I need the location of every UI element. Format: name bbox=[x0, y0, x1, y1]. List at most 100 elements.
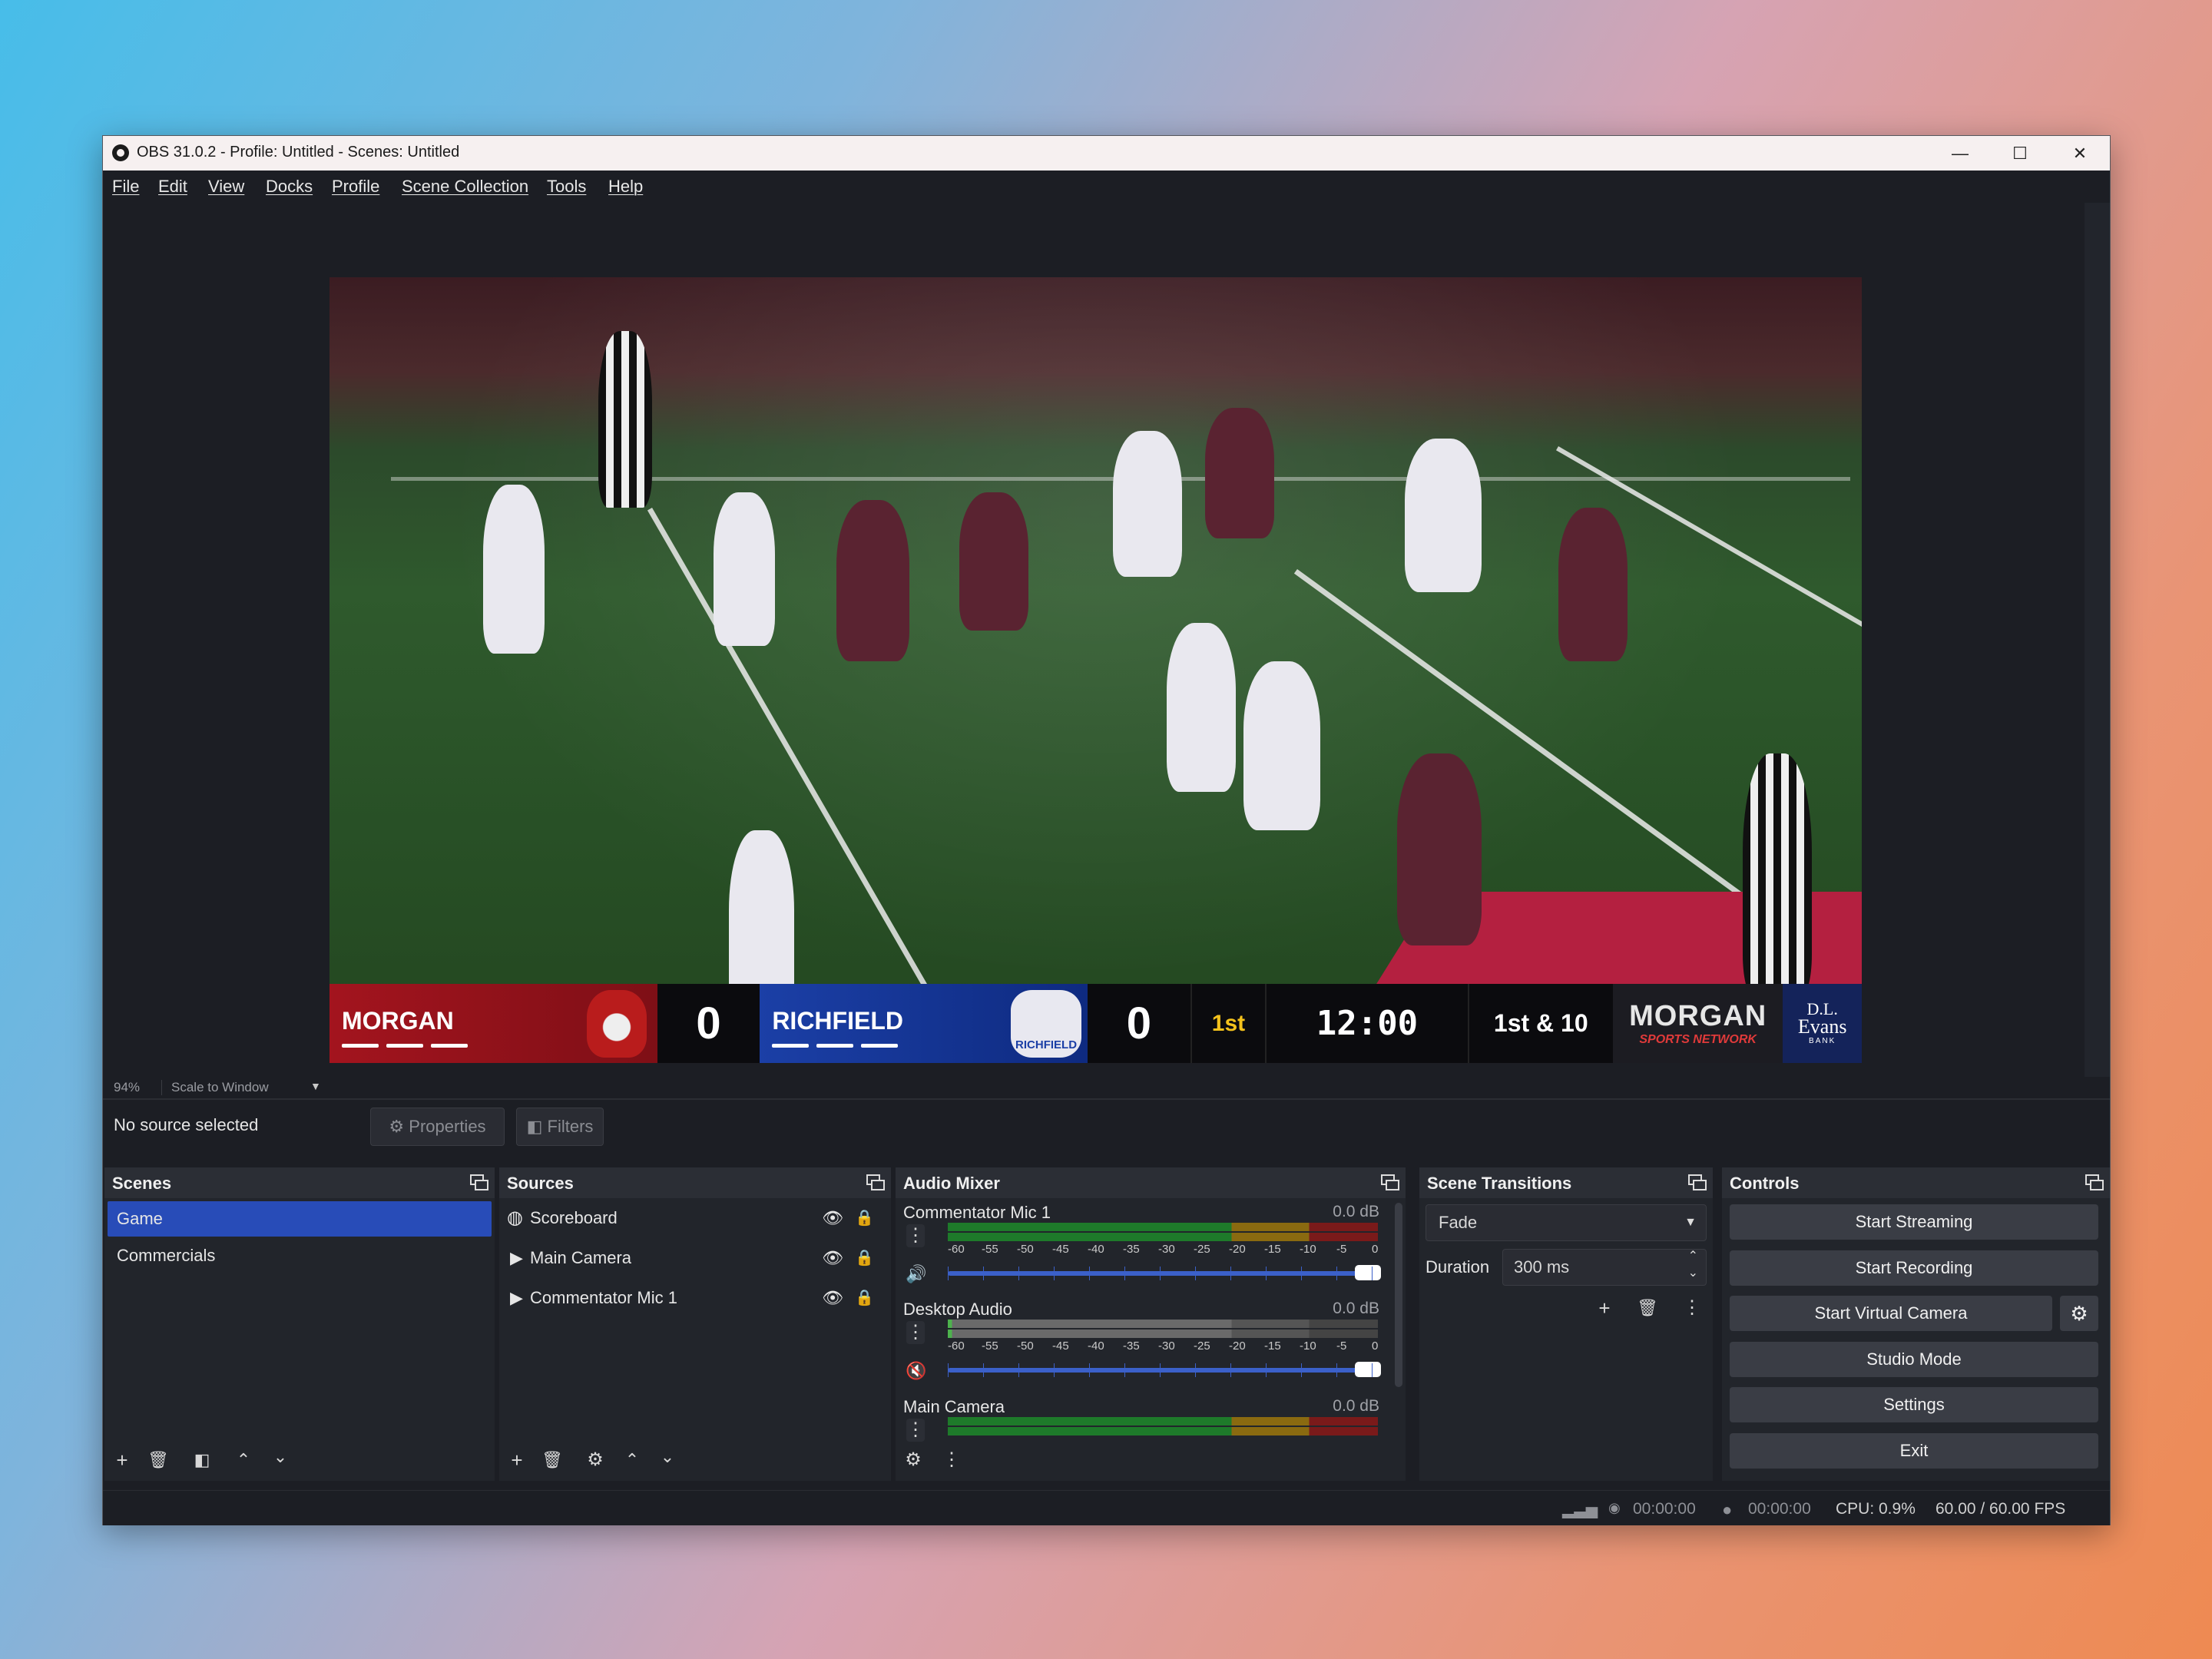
controls-title: Controls bbox=[1730, 1174, 1800, 1193]
filters-button[interactable]: ◧ Filters bbox=[516, 1108, 604, 1146]
sources-header: Sources bbox=[499, 1167, 891, 1198]
minimize-button[interactable]: — bbox=[1930, 136, 1990, 171]
quarter: 1st bbox=[1211, 1010, 1246, 1036]
start-virtual-camera-button[interactable]: Start Virtual Camera bbox=[1730, 1296, 2052, 1331]
chevron-down-icon[interactable]: ⌄ bbox=[656, 1445, 679, 1469]
down-distance: 1st & 10 bbox=[1493, 1009, 1588, 1037]
menu-tools[interactable]: Tools bbox=[547, 177, 586, 197]
channel-db: 0.0 dB bbox=[1333, 1203, 1379, 1220]
menu-help[interactable]: Help bbox=[608, 177, 643, 197]
scale-mode[interactable]: Scale to Window bbox=[161, 1080, 269, 1095]
mixer-settings-icon[interactable]: ⚙ bbox=[902, 1449, 925, 1472]
menu-docks[interactable]: Docks bbox=[266, 177, 313, 197]
referee bbox=[598, 331, 652, 508]
scene-item-commercials[interactable]: Commercials bbox=[108, 1238, 492, 1273]
transition-select[interactable]: Fade ▼ bbox=[1426, 1204, 1707, 1241]
menu-scene-collection[interactable]: Scene Collection bbox=[402, 177, 528, 197]
chevron-up-icon[interactable]: ⌃ bbox=[232, 1449, 255, 1472]
sources-dock: Sources ◍ Scoreboard 👁 🔒 ▶ Main Camera 👁… bbox=[499, 1167, 891, 1481]
menu-profile[interactable]: Profile bbox=[332, 177, 379, 197]
trash-icon[interactable]: 🗑 bbox=[541, 1449, 564, 1472]
add-source-icon[interactable]: + bbox=[505, 1449, 528, 1472]
trash-icon[interactable]: 🗑 bbox=[147, 1449, 170, 1472]
volume-slider[interactable] bbox=[948, 1265, 1381, 1280]
scene-filters-icon[interactable]: ◧ bbox=[190, 1449, 214, 1472]
lock-icon[interactable]: 🔒 bbox=[855, 1200, 874, 1237]
eye-icon[interactable]: 👁 bbox=[822, 1200, 843, 1237]
settings-button[interactable]: Settings bbox=[1730, 1387, 2098, 1422]
scale-dropdown-icon[interactable]: ▼ bbox=[310, 1080, 321, 1092]
undock-icon[interactable] bbox=[1381, 1174, 1399, 1191]
studio-mode-button[interactable]: Studio Mode bbox=[1730, 1342, 2098, 1377]
channel-menu-icon[interactable]: ⋮ bbox=[906, 1224, 925, 1247]
slider-tick bbox=[1266, 1267, 1267, 1280]
signal-icon: ▂▃▅ bbox=[1562, 1502, 1598, 1518]
add-scene-icon[interactable]: + bbox=[111, 1449, 134, 1472]
properties-label: Properties bbox=[409, 1117, 486, 1136]
mixer-scrollbar[interactable] bbox=[1395, 1203, 1402, 1387]
channel-menu-icon[interactable]: ⋮ bbox=[906, 1321, 925, 1344]
mixer-header: Audio Mixer bbox=[896, 1167, 1406, 1198]
volume-slider-handle[interactable] bbox=[1355, 1362, 1381, 1377]
preview-scrollbar[interactable] bbox=[2085, 203, 2110, 1077]
scene-item-game[interactable]: Game bbox=[108, 1201, 492, 1237]
source-item-commentator-mic[interactable]: ▶ Commentator Mic 1 👁 🔒 bbox=[507, 1280, 883, 1316]
player bbox=[1205, 408, 1274, 538]
sponsor-line2: Evans bbox=[1797, 1015, 1847, 1038]
slider-tick bbox=[983, 1267, 984, 1280]
gear-icon[interactable]: ⚙ bbox=[584, 1449, 607, 1472]
undock-icon[interactable] bbox=[1688, 1174, 1707, 1191]
trash-icon[interactable]: 🗑 bbox=[1636, 1296, 1659, 1320]
channel-menu-icon[interactable]: ⋮ bbox=[906, 1419, 925, 1442]
slider-tick bbox=[1301, 1363, 1302, 1377]
undock-icon[interactable] bbox=[470, 1174, 488, 1191]
lock-icon[interactable]: 🔒 bbox=[855, 1280, 874, 1316]
duration-stepper-icon[interactable]: ⌃ ⌄ bbox=[1688, 1248, 1698, 1282]
duration-input[interactable]: 300 ms ⌃ ⌄ bbox=[1502, 1249, 1707, 1286]
muted-speaker-icon[interactable]: 🔇 bbox=[905, 1359, 928, 1382]
scenes-list: Game Commercials + 🗑 ◧ ⌃ ⌄ bbox=[104, 1198, 495, 1481]
mixer-channels: Commentator Mic 1 0.0 dB ⋮ -60 -55 -50 -45-… bbox=[896, 1198, 1406, 1481]
speaker-icon[interactable]: 🔊 bbox=[905, 1263, 928, 1286]
source-item-scoreboard[interactable]: ◍ Scoreboard 👁 🔒 bbox=[507, 1200, 883, 1237]
kebab-menu-icon[interactable]: ⋮ bbox=[940, 1449, 963, 1472]
source-toolbar: No source selected ⚙ Properties ◧ Filter… bbox=[103, 1098, 2110, 1154]
source-label: Commentator Mic 1 bbox=[530, 1288, 677, 1307]
eye-icon[interactable]: 👁 bbox=[822, 1240, 843, 1277]
preview-canvas[interactable]: MORGAN 0 RICHFIELD RICHFIELD 0 1st 12:00… bbox=[103, 203, 2085, 1077]
menu-view[interactable]: View bbox=[208, 177, 244, 197]
home-team-logo bbox=[586, 990, 647, 1058]
close-button[interactable]: ✕ bbox=[2050, 136, 2110, 171]
volume-slider[interactable] bbox=[948, 1362, 1381, 1377]
properties-button[interactable]: ⚙ Properties bbox=[370, 1108, 505, 1146]
stream-time: 00:00:00 bbox=[1633, 1500, 1696, 1518]
chevron-up-icon[interactable]: ⌃ bbox=[621, 1449, 644, 1472]
undock-icon[interactable] bbox=[866, 1174, 885, 1191]
chevron-down-icon[interactable]: ⌄ bbox=[269, 1445, 292, 1469]
undock-icon[interactable] bbox=[2085, 1174, 2104, 1191]
fps-counter: 60.00 / 60.00 FPS bbox=[1936, 1500, 2066, 1518]
scene-transitions-dock: Scene Transitions Fade ▼ Duration 300 ms… bbox=[1419, 1167, 1713, 1481]
volume-slider-handle[interactable] bbox=[1355, 1265, 1381, 1280]
lock-icon[interactable]: 🔒 bbox=[855, 1240, 874, 1277]
start-recording-button[interactable]: Start Recording bbox=[1730, 1250, 2098, 1286]
start-streaming-button[interactable]: Start Streaming bbox=[1730, 1204, 2098, 1240]
gear-icon[interactable]: ⚙ bbox=[2060, 1296, 2098, 1331]
stream-icon: ◉ bbox=[1608, 1500, 1621, 1515]
exit-button[interactable]: Exit bbox=[1730, 1433, 2098, 1469]
slider-tick bbox=[1301, 1267, 1302, 1280]
slider-tick bbox=[948, 1363, 949, 1377]
kebab-menu-icon[interactable]: ⋮ bbox=[1681, 1296, 1704, 1320]
slider-tick bbox=[1372, 1267, 1373, 1280]
home-score-panel: 0 bbox=[657, 984, 760, 1063]
maximize-button[interactable]: ☐ bbox=[1990, 136, 2050, 171]
add-transition-icon[interactable]: + bbox=[1593, 1296, 1616, 1320]
clock-panel: 12:00 bbox=[1265, 984, 1468, 1063]
meter-scale: -60 -55 -50 -45 -40 -35 -30 -25 -20 -15 -10 -5 0 bbox=[948, 1243, 1379, 1256]
source-item-main-camera[interactable]: ▶ Main Camera 👁 🔒 bbox=[507, 1240, 883, 1277]
mixer-channel: Main Camera 0.0 dB ⋮ bbox=[903, 1397, 1379, 1443]
audio-mixer-dock: Audio Mixer Commentator Mic 1 0.0 dB ⋮ -… bbox=[896, 1167, 1406, 1481]
menu-file[interactable]: File bbox=[112, 177, 139, 197]
menu-edit[interactable]: Edit bbox=[158, 177, 187, 197]
eye-icon[interactable]: 👁 bbox=[822, 1280, 843, 1316]
